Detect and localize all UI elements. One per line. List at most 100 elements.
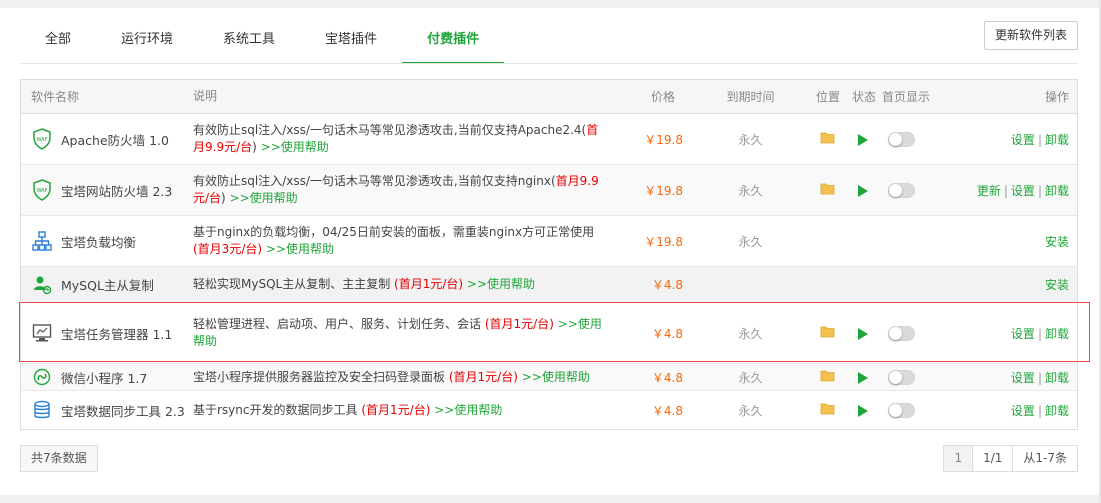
table-header: 软件名称 说明 价格 到期时间 位置 状态 首页显示 操作 [21, 80, 1077, 114]
install-link[interactable]: 安装 [1045, 235, 1069, 249]
header-status: 状态 [852, 90, 877, 104]
uninstall-link[interactable]: 卸载 [1045, 184, 1069, 198]
database-sync-icon [31, 399, 53, 421]
plugin-expire: 永久 [738, 132, 763, 147]
plugin-expire: 永久 [738, 183, 763, 198]
frame-bottom [0, 495, 1101, 503]
tab-system-tools[interactable]: 系统工具 [198, 16, 300, 63]
waf-shield-icon: WAF [31, 128, 53, 150]
tab-paid-plugins[interactable]: 付费插件 [402, 16, 505, 64]
settings-link[interactable]: 设置 [1011, 371, 1035, 385]
uninstall-link[interactable]: 卸载 [1045, 404, 1069, 418]
plugin-expire: 永久 [738, 234, 763, 249]
install-link[interactable]: 安装 [1045, 278, 1069, 292]
uninstall-link[interactable]: 卸载 [1045, 133, 1069, 147]
home-display-toggle[interactable] [888, 369, 915, 385]
plugin-price: ￥4.8 [651, 370, 683, 385]
table-row: 宝塔任务管理器 1.1 轻松管理进程、启动项、用户、服务、计划任务、会话 (首月… [21, 303, 1077, 364]
help-link[interactable]: >>使用帮助 [522, 370, 590, 384]
row-operations: 更新 | 设置 | 卸载 [976, 183, 1069, 198]
plugin-panel: 全部 运行环境 系统工具 宝塔插件 付费插件 更新软件列表 软件名称 说明 价格… [0, 0, 1101, 503]
plugin-name: 微信小程序 1.7 [61, 370, 148, 386]
task-manager-icon [31, 322, 53, 344]
help-link[interactable]: >>使用帮助 [467, 277, 535, 291]
record-count: 共7条数据 [20, 445, 98, 472]
folder-icon[interactable] [820, 403, 836, 418]
help-link[interactable]: >>使用帮助 [261, 140, 329, 154]
home-display-toggle[interactable] [888, 402, 915, 418]
tab-runtime[interactable]: 运行环境 [96, 16, 198, 63]
row-operations: 设置 | 卸载 [1010, 403, 1069, 418]
help-link[interactable]: >>使用帮助 [230, 191, 298, 205]
folder-icon[interactable] [820, 132, 836, 147]
page-current[interactable]: 1 [944, 446, 973, 471]
folder-icon[interactable] [820, 370, 836, 385]
uninstall-link[interactable]: 卸载 [1045, 371, 1069, 385]
play-icon[interactable] [858, 404, 868, 417]
header-name: 软件名称 [31, 90, 80, 104]
table-row: 微信小程序 1.7 宝塔小程序提供服务器监控及安全扫码登录面板 (首月1元/台)… [21, 364, 1077, 391]
help-link[interactable]: >>使用帮助 [266, 242, 334, 256]
settings-link[interactable]: 设置 [1011, 327, 1035, 341]
plugin-price: ￥4.8 [651, 278, 683, 292]
row-operations: 设置 | 卸载 [1010, 326, 1069, 341]
plugin-name: Apache防火墙 1.0 [61, 132, 169, 148]
plugin-desc: 轻松管理进程、启动项、用户、服务、计划任务、会话 (首月1元/台) >>使用帮助 [193, 317, 602, 348]
header-operations: 操作 [1044, 90, 1069, 104]
plugin-name: 宝塔网站防火墙 2.3 [61, 183, 173, 199]
waf-shield-icon: WAF [31, 179, 53, 201]
category-tabs: 全部 运行环境 系统工具 宝塔插件 付费插件 [20, 16, 505, 64]
header-expire: 到期时间 [726, 90, 775, 104]
play-icon[interactable] [858, 184, 868, 197]
play-icon[interactable] [858, 327, 868, 340]
pagination: 1 1/1 从1-7条 [943, 445, 1078, 472]
header-position: 位置 [815, 90, 840, 104]
home-display-toggle[interactable] [888, 325, 915, 341]
row-operations: 设置 | 卸载 [1010, 370, 1069, 385]
header-desc: 说明 [193, 89, 218, 103]
tab-bt-plugins[interactable]: 宝塔插件 [300, 16, 402, 63]
plugin-price: ￥19.8 [644, 234, 683, 249]
update-link[interactable]: 更新 [977, 184, 1001, 198]
plugin-desc: 基于rsync开发的数据同步工具 (首月1元/台) >>使用帮助 [193, 402, 503, 417]
plugin-desc: 宝塔小程序提供服务器监控及安全扫码登录面板 (首月1元/台) >>使用帮助 [193, 369, 590, 384]
table-row: MySQL主从复制 轻松实现MySQL主从复制、主主复制 (首月1元/台) >>… [21, 267, 1077, 303]
network-tree-icon [31, 230, 53, 252]
frame-top [0, 0, 1101, 8]
home-display-toggle[interactable] [888, 182, 915, 198]
home-display-toggle[interactable] [888, 131, 915, 147]
uninstall-link[interactable]: 卸载 [1045, 327, 1069, 341]
settings-link[interactable]: 设置 [1011, 133, 1035, 147]
row-operations: 安装 [948, 276, 1077, 293]
svg-text:WAF: WAF [37, 137, 48, 143]
play-icon[interactable] [858, 133, 868, 146]
folder-icon[interactable] [820, 326, 836, 341]
plugin-name: 宝塔数据同步工具 2.3 [61, 403, 185, 419]
tab-all[interactable]: 全部 [20, 16, 96, 63]
plugin-name: 宝塔负载均衡 [61, 234, 137, 250]
header-price: 价格 [650, 90, 675, 104]
plugin-expire: 永久 [738, 326, 763, 341]
plugin-price: ￥4.8 [651, 403, 683, 418]
plugin-desc: 有效防止sql注入/xss/一句话木马等常见渗透攻击,当前仅支持nginx(首月… [193, 174, 599, 205]
refresh-software-list-button[interactable]: 更新软件列表 [983, 21, 1078, 50]
table-row: WAF 宝塔网站防火墙 2.3 有效防止sql注入/xss/一句话木马等常见渗透… [21, 165, 1077, 216]
settings-link[interactable]: 设置 [1011, 184, 1035, 198]
plugin-price: ￥4.8 [651, 326, 683, 341]
play-icon[interactable] [858, 371, 868, 384]
table-row: WAF Apache防火墙 1.0 有效防止sql注入/xss/一句话木马等常见… [21, 114, 1077, 165]
header-home-display: 首页显示 [882, 90, 931, 104]
help-link[interactable]: >>使用帮助 [434, 403, 502, 417]
table-row: 宝塔数据同步工具 2.3 基于rsync开发的数据同步工具 (首月1元/台) >… [21, 391, 1077, 429]
plugin-desc: 基于nginx的负载均衡，04/25日前安装的面板，需重装nginx方可正常使用… [193, 225, 595, 256]
folder-icon[interactable] [820, 183, 836, 198]
settings-link[interactable]: 设置 [1011, 404, 1035, 418]
plugin-table: 软件名称 说明 价格 到期时间 位置 状态 首页显示 操作 WAF Apache… [20, 79, 1078, 430]
page-range: 从1-7条 [1012, 446, 1077, 471]
table-row: 宝塔负载均衡 基于nginx的负载均衡，04/25日前安装的面板，需重装ngin… [21, 216, 1077, 267]
tabs-divider [20, 63, 1078, 64]
mysql-replication-icon [31, 274, 53, 296]
plugin-expire: 永久 [738, 370, 763, 385]
plugin-desc: 有效防止sql注入/xss/一句话木马等常见渗透攻击,当前仅支持Apache2.… [193, 123, 599, 154]
page-total: 1/1 [972, 446, 1013, 471]
